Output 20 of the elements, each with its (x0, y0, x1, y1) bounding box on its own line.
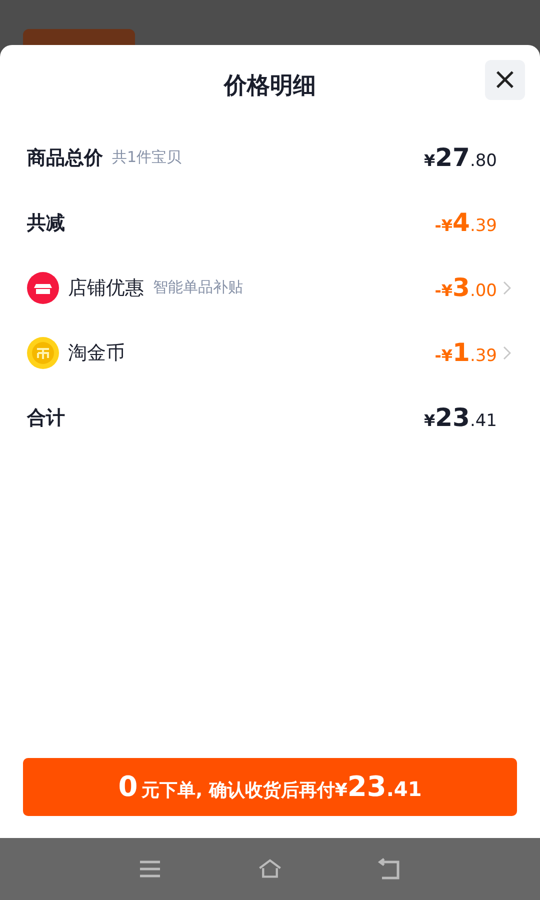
amount: -¥3.00 (434, 273, 497, 302)
home-icon[interactable] (258, 857, 282, 881)
amount: ¥23.41 (424, 403, 497, 432)
close-button[interactable]: × (485, 60, 525, 100)
row-note: 智能单品补贴 (153, 278, 243, 297)
row-note: 共1件宝贝 (112, 148, 182, 167)
amount: -¥4.39 (434, 208, 497, 237)
chevron-icon[interactable] (503, 346, 511, 360)
amount: ¥27.80 (424, 143, 497, 172)
back-icon[interactable] (378, 857, 402, 881)
row-label: 店铺优惠 (68, 276, 144, 300)
row-label: 合计 (27, 406, 65, 430)
row-label: 淘金币 (68, 340, 125, 366)
row-label: 商品总价 (27, 146, 103, 170)
row-label: 共减 (27, 210, 65, 236)
coin-icon (27, 336, 59, 368)
sheet-title: 价格明细 (224, 72, 316, 100)
store-icon (27, 272, 59, 304)
amount: -¥1.39 (434, 338, 497, 367)
chevron-icon[interactable] (503, 280, 511, 294)
